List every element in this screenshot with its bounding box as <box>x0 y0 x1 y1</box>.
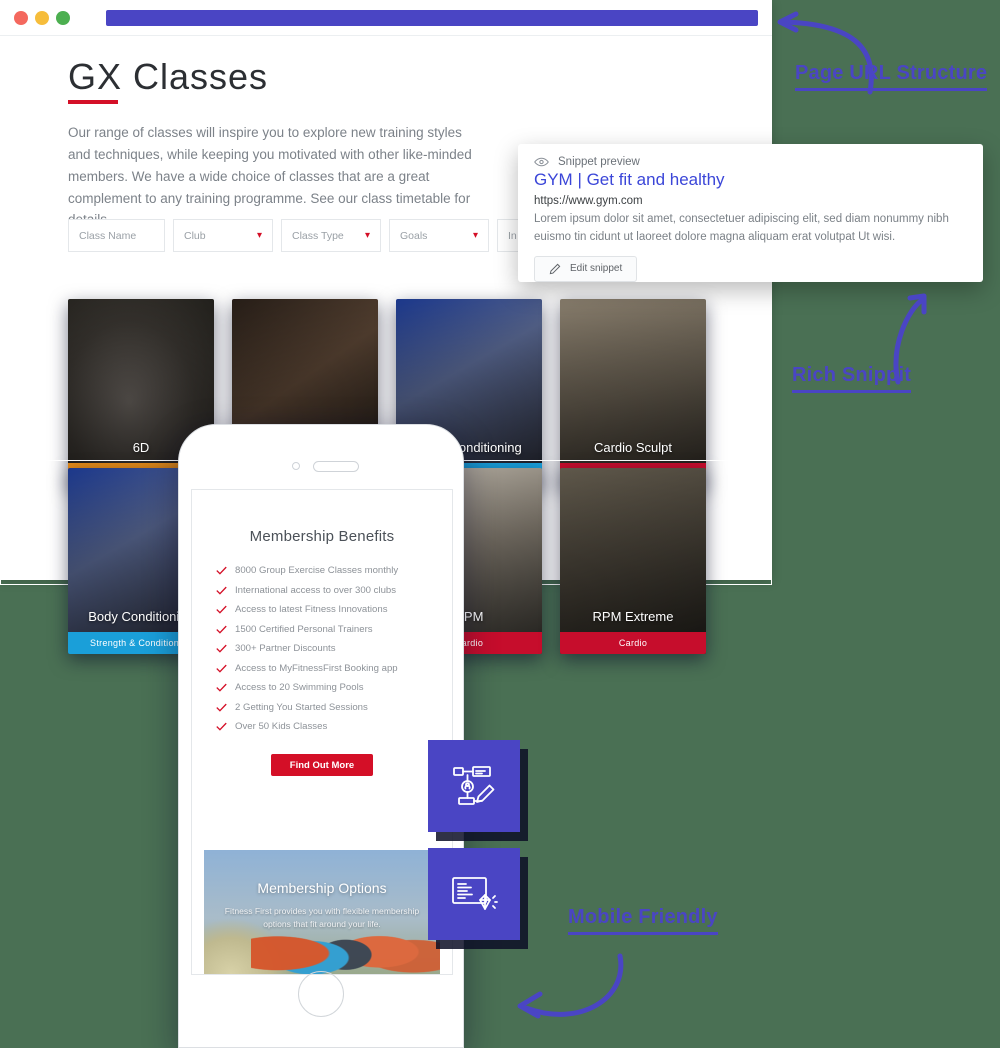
membership-options-banner[interactable]: Membership Options Fitness First provide… <box>204 850 440 974</box>
check-icon <box>216 625 227 634</box>
snippet-preview-panel: Snippet preview GYM | Get fit and health… <box>518 144 983 282</box>
chevron-down-icon: ▾ <box>472 229 478 241</box>
benefit-label: Access to 20 Swimming Pools <box>235 682 364 693</box>
check-icon <box>216 566 227 575</box>
snippet-url: https://www.gym.com <box>534 195 643 207</box>
list-item: Over 50 Kids Classes <box>216 721 452 732</box>
list-item: International access to over 300 clubs <box>216 585 452 596</box>
check-icon <box>216 586 227 595</box>
benefit-label: Over 50 Kids Classes <box>235 721 328 732</box>
check-icon <box>216 605 227 614</box>
filter-class-name[interactable]: Class Name <box>68 219 165 252</box>
phone-screen: Membership Benefits 8000 Group Exercise … <box>191 489 453 975</box>
list-item: 1500 Certified Personal Trainers <box>216 624 452 635</box>
membership-options-text: Fitness First provides you with flexible… <box>224 906 420 930</box>
class-card[interactable]: Cardio Sculpt Cardio <box>560 299 706 485</box>
edit-snippet-button[interactable]: Edit snippet <box>534 255 638 282</box>
phone-speaker-icon <box>313 461 359 472</box>
maximize-window-icon[interactable] <box>56 10 70 25</box>
benefit-label: 300+ Partner Discounts <box>235 643 336 654</box>
filter-instructor-label: In <box>508 229 517 242</box>
annotation-rich-snippit: Rich Snippit <box>792 364 912 393</box>
class-card-tag: Cardio <box>560 632 706 654</box>
code-gem-icon <box>452 877 498 910</box>
class-card-name: RPM Extreme <box>592 609 674 624</box>
filter-club[interactable]: Club ▾ <box>173 219 273 252</box>
filter-class-type-label: Class Type <box>292 229 344 242</box>
benefit-label: Access to latest Fitness Innovations <box>235 604 388 615</box>
title-underline-rule <box>68 100 118 104</box>
snippet-title[interactable]: GYM | Get fit and healthy <box>534 170 967 190</box>
arrow-to-phone <box>517 953 624 1019</box>
phone-home-button[interactable] <box>298 971 344 1017</box>
minimize-window-icon[interactable] <box>35 10 49 25</box>
list-item: 300+ Partner Discounts <box>216 643 452 654</box>
pencil-icon <box>549 263 561 275</box>
page-title: GX Classes <box>68 56 269 97</box>
filter-class-type[interactable]: Class Type ▾ <box>281 219 381 252</box>
browser-title-bar <box>0 0 772 36</box>
code-gem-tile[interactable] <box>428 848 520 940</box>
list-item: Access to MyFitnessFirst Booking app <box>216 663 452 674</box>
phone-camera-icon <box>292 462 300 470</box>
class-card-name: Cardio Sculpt <box>593 440 673 455</box>
snippet-preview-label: Snippet preview <box>558 156 640 168</box>
chevron-down-icon: ▾ <box>256 229 262 241</box>
benefit-label: 8000 Group Exercise Classes monthly <box>235 565 399 576</box>
screenshot-stage: GX Classes Our range of classes will ins… <box>0 0 1000 1048</box>
class-filter-bar: Class Name Club ▾ Class Type ▾ Goals ▾ I… <box>68 219 594 252</box>
chevron-down-icon: ▾ <box>364 229 370 241</box>
filter-class-name-label: Class Name <box>79 229 137 242</box>
edit-snippet-label: Edit snippet <box>570 263 623 275</box>
benefit-label: 2 Getting You Started Sessions <box>235 701 368 713</box>
annotation-page-url-structure: Page URL Structure <box>795 62 988 91</box>
close-window-icon[interactable] <box>14 10 28 25</box>
find-out-more-button[interactable]: Find Out More <box>271 754 373 776</box>
list-item: 8000 Group Exercise Classes monthly <box>216 565 452 576</box>
list-item: Access to latest Fitness Innovations <box>216 604 452 615</box>
snippet-description: Lorem ipsum dolor sit amet, consectetuer… <box>534 213 949 244</box>
check-icon <box>216 703 227 712</box>
class-card[interactable]: RPM Extreme Cardio <box>560 468 706 654</box>
membership-options-title: Membership Options <box>257 880 387 896</box>
list-item: 2 Getting You Started Sessions <box>216 702 452 713</box>
benefit-label: Access to MyFitnessFirst Booking app <box>235 662 398 674</box>
benefit-label: International access to over 300 clubs <box>235 584 397 596</box>
check-icon <box>216 722 227 731</box>
check-icon <box>216 683 227 692</box>
membership-benefits-title: Membership Benefits <box>249 528 395 545</box>
photo-overlay <box>560 468 706 654</box>
list-item: Access to 20 Swimming Pools <box>216 682 452 693</box>
traffic-light-buttons <box>14 10 70 25</box>
wireframe-edit-icon <box>453 766 495 805</box>
filter-goals-label: Goals <box>400 229 428 242</box>
snippet-preview-header: Snippet preview <box>534 156 967 168</box>
filter-goals[interactable]: Goals ▾ <box>389 219 489 252</box>
check-icon <box>216 644 227 653</box>
url-bar[interactable] <box>106 9 758 26</box>
eye-icon <box>534 157 549 167</box>
filter-club-label: Club <box>184 229 206 242</box>
photo-overlay <box>560 299 706 485</box>
wireframe-edit-tile[interactable] <box>428 740 520 832</box>
page-intro-paragraph: Our range of classes will inspire you to… <box>68 125 472 227</box>
annotation-mobile-friendly: Mobile Friendly <box>568 906 718 935</box>
membership-benefits-list: 8000 Group Exercise Classes monthly Inte… <box>216 565 452 732</box>
phone-mockup: Membership Benefits 8000 Group Exercise … <box>178 424 464 1048</box>
check-icon <box>216 664 227 673</box>
benefit-label: 1500 Certified Personal Trainers <box>235 623 373 635</box>
